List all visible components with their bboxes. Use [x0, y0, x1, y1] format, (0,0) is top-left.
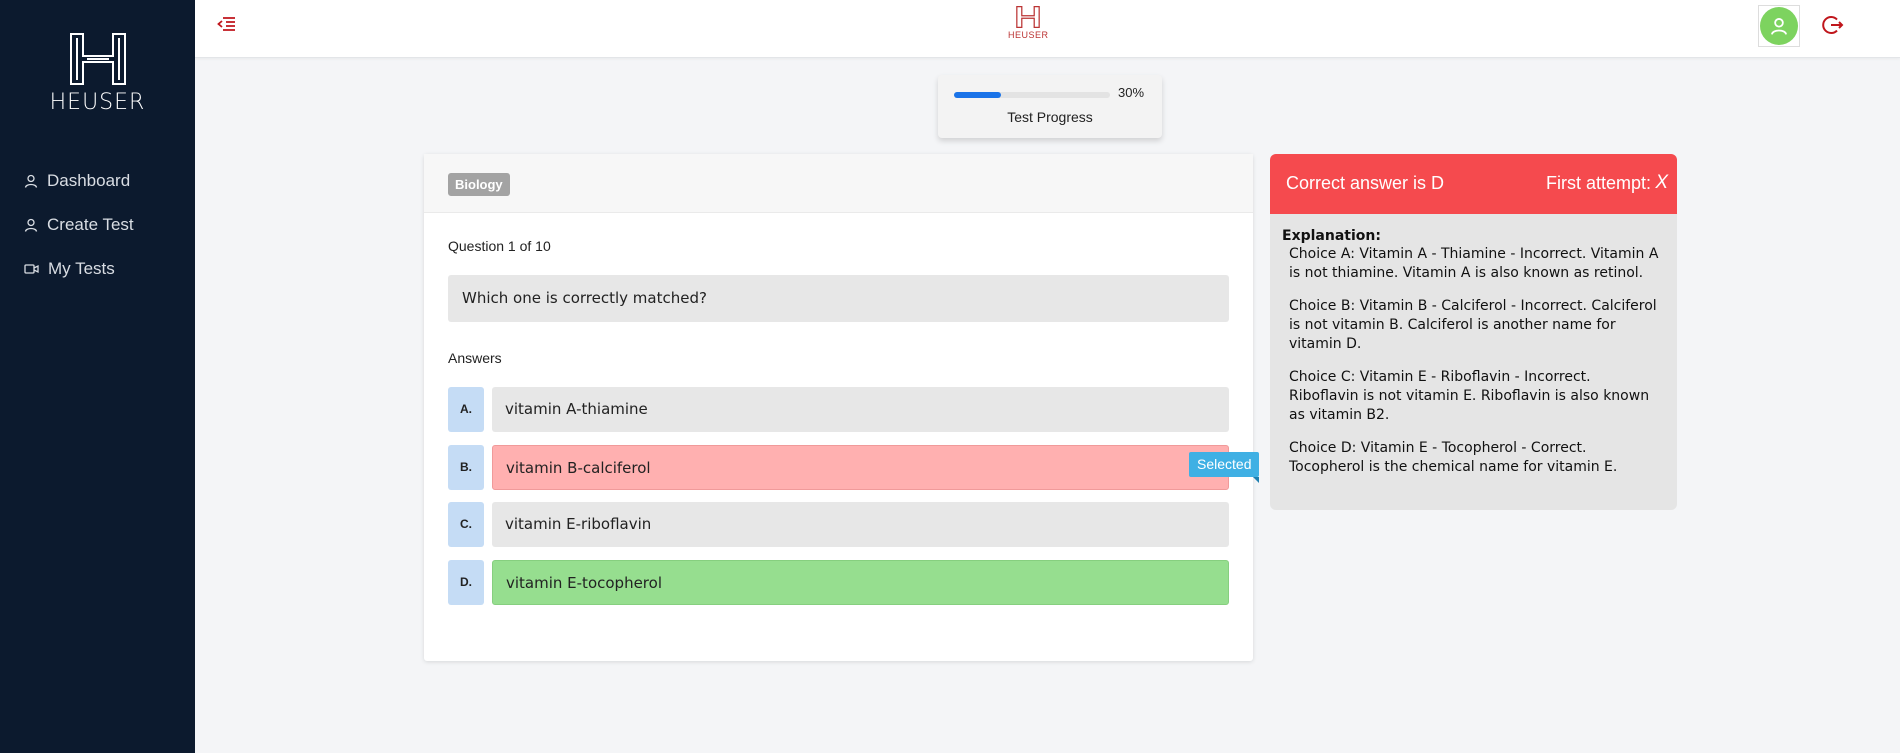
logout-icon [1822, 16, 1844, 34]
sidebar-item-label: Dashboard [47, 171, 131, 190]
first-attempt-label: First attempt: [1545, 173, 1651, 193]
subject-badge: Biology [448, 173, 510, 196]
explanation-choice-d: Choice D: Vitamin E - Tocopherol - Corre… [1289, 440, 1618, 475]
explanation-choice-b: Choice B: Vitamin B - Calciferol - Incor… [1289, 298, 1657, 352]
answer-choice-b[interactable]: vitamin B-calciferol [492, 445, 1229, 490]
heuser-logo-icon [1016, 6, 1041, 28]
heuser-logo-icon [69, 33, 126, 85]
answer-choice-a[interactable]: vitamin A-thiamine [492, 387, 1229, 432]
sidebar-item-dashboard[interactable]: Dashboard [0, 159, 195, 203]
sidebar-item-my-tests[interactable]: My Tests [0, 247, 195, 291]
answer-choice-d[interactable]: vitamin E-tocopherol [492, 560, 1229, 605]
user-icon [1771, 18, 1787, 35]
question-count: Question 1 of 10 [448, 238, 551, 254]
answer-letter: C. [448, 502, 484, 547]
explanation-choice-c: Choice C: Vitamin E - Riboflavin - Incor… [1289, 369, 1650, 423]
answer-letter: D. [448, 560, 484, 605]
sidebar: HEUSER Dashboard Create Test My Tests [0, 0, 195, 753]
user-icon [24, 174, 38, 188]
explanation-title: Explanation: [1282, 228, 1381, 244]
explanation-choice-a: Choice A: Vitamin A - Thiamine - Incorre… [1289, 246, 1659, 281]
progress-bar [954, 92, 1110, 98]
answer-letter: A. [448, 387, 484, 432]
top-bar: HEUSER [195, 0, 1900, 58]
user-icon [24, 218, 38, 232]
question-card-header: Biology [424, 154, 1253, 213]
sidebar-item-label: Create Test [47, 215, 134, 234]
avatar-circle [1760, 7, 1798, 45]
correct-answer-text: Correct answer is D [1286, 173, 1445, 193]
answer-option-b: B. vitamin B-calciferol Selected [448, 445, 1260, 490]
result-header: Correct answer is D First attempt: X [1270, 154, 1677, 214]
logout-button[interactable] [1822, 14, 1844, 41]
top-logo-text: HEUSER [1008, 30, 1049, 40]
answer-letter: B. [448, 445, 484, 490]
progress-fill [954, 92, 1001, 98]
sidebar-item-label: My Tests [48, 259, 115, 278]
question-text: Which one is correctly matched? [448, 275, 1229, 322]
sidebar-nav: Dashboard Create Test My Tests [0, 159, 195, 291]
answer-option-a: A. vitamin A-thiamine [448, 387, 1229, 432]
progress-label: Test Progress [1007, 109, 1093, 125]
selected-tag: Selected [1189, 452, 1260, 483]
sidebar-item-create-test[interactable]: Create Test [0, 203, 195, 247]
answers-label: Answers [448, 350, 502, 366]
menu-collapse-icon [217, 17, 235, 31]
brand-name: HEUSER [49, 90, 146, 115]
progress-percent: 30% [1118, 85, 1145, 100]
answer-option-d: D. vitamin E-tocopherol [448, 560, 1229, 605]
question-card: Biology Question 1 of 10 Which one is co… [424, 154, 1260, 661]
brand-logo[interactable]: HEUSER [0, 0, 195, 115]
menu-collapse-button[interactable] [217, 16, 236, 37]
explanation: Explanation: Choice A: Vitamin A - Thiam… [1270, 214, 1677, 477]
answer-choice-c[interactable]: vitamin E-riboflavin [492, 502, 1229, 547]
top-logo[interactable]: HEUSER [1008, 5, 1049, 40]
result-card: Correct answer is D First attempt: X Exp… [1270, 154, 1677, 510]
video-icon [24, 264, 39, 274]
test-progress-card: 30% Test Progress [938, 75, 1162, 138]
answer-option-c: C. vitamin E-riboflavin [448, 502, 1229, 547]
attempt-mark: X [1655, 172, 1668, 193]
avatar[interactable] [1758, 5, 1800, 47]
